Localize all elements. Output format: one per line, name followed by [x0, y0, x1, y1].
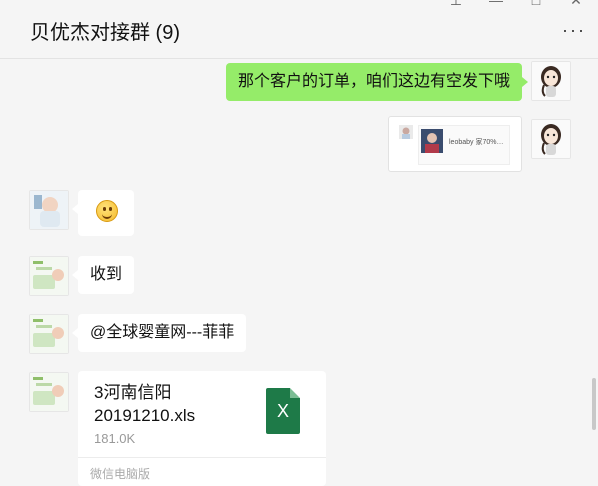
more-icon[interactable]: ··· [562, 20, 586, 41]
message-bubble-text[interactable]: 收到 [71, 256, 135, 294]
baby-avatar-icon [30, 191, 68, 229]
xls-file-icon: X [266, 388, 300, 434]
sender-avatar-product[interactable] [29, 314, 69, 354]
product-avatar-icon [30, 373, 68, 411]
self-avatar[interactable] [531, 119, 571, 159]
file-message-card[interactable]: 3河南信阳20191210.xls 181.0K X 微信电脑版 [78, 371, 326, 486]
sender-avatar-product[interactable] [29, 256, 69, 296]
maximize-icon[interactable]: □ [528, 0, 544, 9]
sender-avatar-baby[interactable] [29, 190, 69, 230]
file-size: 181.0K [94, 431, 136, 446]
product-avatar-icon [30, 315, 68, 353]
minimize-icon[interactable]: — [488, 0, 504, 9]
chat-title: 贝优杰对接群 (9) [30, 22, 180, 44]
shared-screenshot-card[interactable]: leobaby 家70%… [388, 116, 522, 172]
chat-header: 贝优杰对接群 (9) ⊥ — □ ✕ ··· [0, 0, 598, 59]
message-bubble-text[interactable]: @全球婴童网---菲菲 [71, 314, 247, 352]
smile-emoji-icon [96, 200, 118, 222]
close-icon[interactable]: ✕ [568, 0, 584, 9]
girl-avatar-icon [532, 120, 570, 158]
self-avatar[interactable] [531, 61, 571, 101]
pin-icon[interactable]: ⊥ [448, 0, 464, 9]
scrollbar[interactable] [592, 378, 596, 430]
file-source: 微信电脑版 [90, 467, 151, 481]
file-name: 3河南信阳20191210.xls [94, 383, 196, 425]
message-bubble-self[interactable]: 那个客户的订单，咱们这边有空发下哦 [225, 63, 529, 101]
divider [78, 457, 326, 458]
sender-avatar-product[interactable] [29, 372, 69, 412]
thumbnail-avatar-icon [399, 125, 413, 139]
screenshot-photo-icon [421, 129, 443, 153]
screenshot-caption: leobaby 家70%… [449, 139, 504, 146]
product-avatar-icon [30, 257, 68, 295]
window-controls: ⊥ — □ ✕ [448, 0, 584, 9]
girl-avatar-icon [532, 62, 570, 100]
